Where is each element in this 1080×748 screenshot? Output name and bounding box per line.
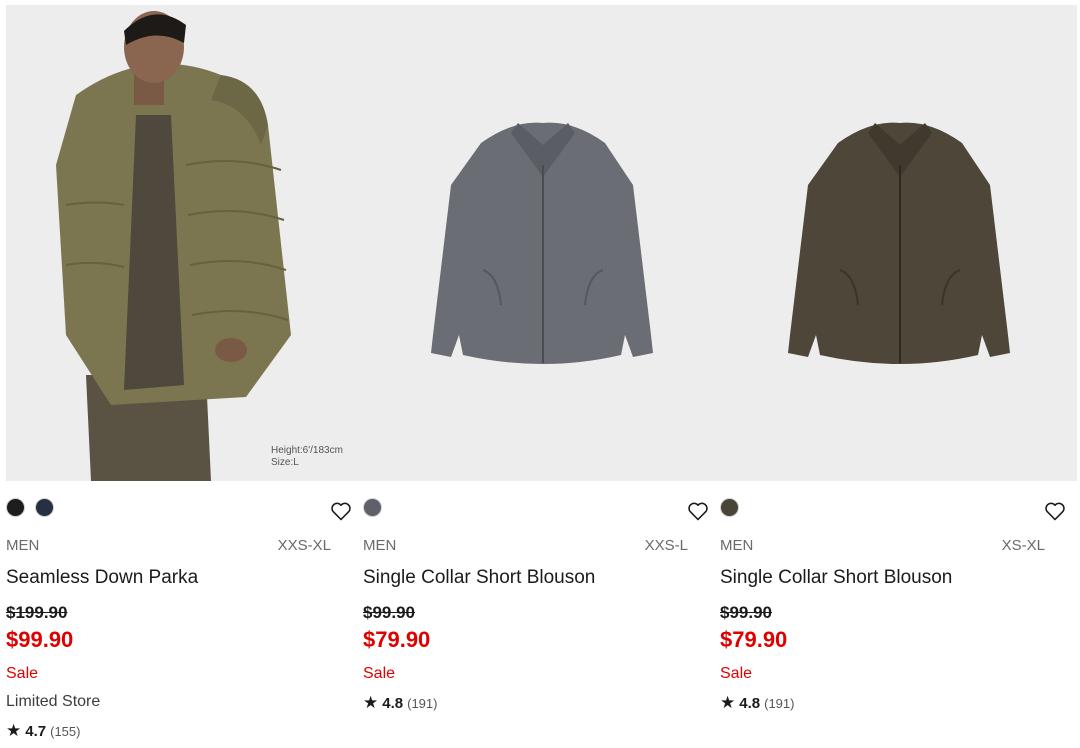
color-swatch[interactable] <box>720 498 739 517</box>
star-icon: ★ <box>6 721 22 740</box>
rating-score: 4.7 <box>25 723 47 740</box>
blouson-gray-illustration <box>363 5 720 481</box>
star-icon: ★ <box>720 693 736 712</box>
product-card[interactable]: Height:6'/183cm Size:L MEN XXS-XL Seamle… <box>6 5 363 748</box>
product-name[interactable]: Single Collar Short Blouson <box>720 567 952 589</box>
sale-flag: Sale <box>6 665 39 682</box>
product-image[interactable] <box>720 5 1077 481</box>
heart-outline-icon[interactable] <box>1043 499 1067 523</box>
gender-label: MEN <box>6 537 40 554</box>
original-price: $199.90 <box>6 603 68 622</box>
color-swatch[interactable] <box>35 498 54 517</box>
sale-price: $79.90 <box>363 627 431 652</box>
sale-flag: Sale <box>720 665 753 682</box>
color-swatch[interactable] <box>363 498 382 517</box>
product-rating: ★ 4.8 (191) <box>720 693 794 713</box>
size-range: XS-XL <box>1001 537 1045 554</box>
product-name[interactable]: Single Collar Short Blouson <box>363 567 595 589</box>
rating-score: 4.8 <box>739 695 761 712</box>
product-name[interactable]: Seamless Down Parka <box>6 567 198 589</box>
sale-price: $79.90 <box>720 627 788 652</box>
size-range: XXS-XL <box>277 537 331 554</box>
color-swatches <box>720 498 739 520</box>
original-price: $99.90 <box>363 603 415 622</box>
sale-price: $99.90 <box>6 627 74 652</box>
product-grid: Height:6'/183cm Size:L MEN XXS-XL Seamle… <box>6 5 1077 748</box>
review-count: (155) <box>50 724 81 739</box>
color-swatches <box>6 498 54 520</box>
color-swatch[interactable] <box>6 498 25 517</box>
product-card[interactable]: MEN XS-XL Single Collar Short Blouson $9… <box>720 5 1077 748</box>
size-range: XXS-L <box>644 537 688 554</box>
blouson-brown-illustration <box>720 5 1077 481</box>
sale-flag: Sale <box>363 665 396 682</box>
model-height: Height:6'/183cm <box>271 445 343 456</box>
model-size: Size:L <box>271 457 299 468</box>
gender-label: MEN <box>720 537 754 554</box>
parka-model-illustration <box>6 5 363 481</box>
product-rating: ★ 4.7 (155) <box>6 721 80 741</box>
star-icon: ★ <box>363 693 379 712</box>
product-image[interactable]: Height:6'/183cm Size:L <box>6 5 363 481</box>
store-availability: Limited Store <box>6 693 101 710</box>
product-card[interactable]: MEN XXS-L Single Collar Short Blouson $9… <box>363 5 720 748</box>
original-price: $99.90 <box>720 603 772 622</box>
review-count: (191) <box>407 696 438 711</box>
product-image[interactable] <box>363 5 720 481</box>
heart-outline-icon[interactable] <box>329 499 353 523</box>
color-swatches <box>363 498 382 520</box>
product-rating: ★ 4.8 (191) <box>363 693 437 713</box>
model-size-note: Height:6'/183cm Size:L <box>271 445 343 469</box>
review-count: (191) <box>764 696 795 711</box>
gender-label: MEN <box>363 537 397 554</box>
rating-score: 4.8 <box>382 695 404 712</box>
heart-outline-icon[interactable] <box>686 499 710 523</box>
